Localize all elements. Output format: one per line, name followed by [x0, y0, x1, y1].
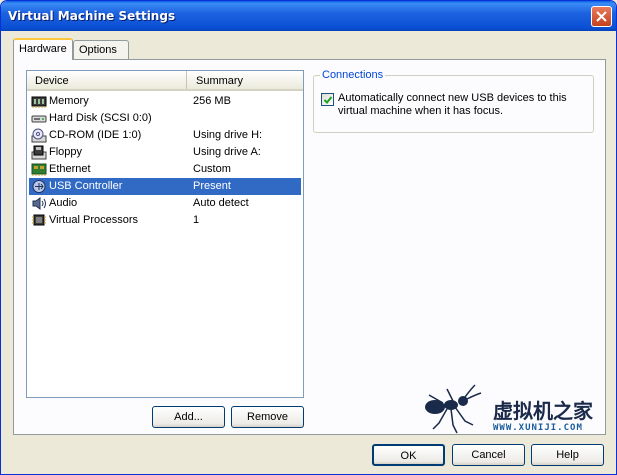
usb-icon [32, 180, 46, 193]
device-row-usb-controller[interactable]: USB Controller Present [29, 178, 301, 195]
cancel-button[interactable]: Cancel [452, 444, 525, 466]
add-button[interactable]: Add... [152, 406, 225, 428]
watermark: 虚拟机之家 WWW.XUNIJI.COM [413, 383, 613, 441]
close-icon [596, 11, 607, 22]
device-rows: Memory 256 MB Hard Disk (SCSI 0:0) CD-RO… [27, 93, 303, 229]
tab-options[interactable]: Options [73, 40, 129, 59]
tab-hardware-label: Hardware [19, 43, 67, 55]
window-title: Virtual Machine Settings [8, 9, 176, 23]
tab-hardware[interactable]: Hardware [13, 38, 73, 60]
device-name: Floppy [49, 146, 83, 158]
processor-icon [32, 214, 46, 226]
device-row-floppy[interactable]: Floppy Using drive A: [29, 144, 301, 161]
remove-button-label: Remove [247, 411, 288, 423]
device-row-memory[interactable]: Memory 256 MB [29, 93, 301, 110]
device-row-audio[interactable]: Audio Auto detect [29, 195, 301, 212]
cancel-button-label: Cancel [471, 449, 506, 461]
hardware-panel: Device Summary Memory 256 MB Hard Disk (… [13, 59, 606, 435]
device-list[interactable]: Device Summary Memory 256 MB Hard Disk (… [26, 70, 304, 398]
device-name: Audio [49, 197, 78, 209]
audio-icon [32, 197, 46, 210]
device-summary: Auto detect [193, 197, 249, 209]
auto-connect-checkbox[interactable] [321, 93, 334, 106]
device-row-cdrom[interactable]: CD-ROM (IDE 1:0) Using drive H: [29, 127, 301, 144]
device-name: Virtual Processors [49, 214, 139, 226]
help-button[interactable]: Help [531, 444, 604, 466]
checkmark-icon [323, 96, 333, 104]
memory-icon [31, 96, 47, 108]
device-name: Memory [49, 95, 89, 107]
hard-disk-icon [31, 115, 47, 123]
device-summary: 256 MB [193, 95, 231, 107]
floppy-icon [31, 145, 47, 160]
ok-button[interactable]: OK [372, 444, 445, 466]
list-header: Device Summary [27, 71, 303, 91]
title-bar[interactable]: Virtual Machine Settings [1, 1, 616, 31]
device-name: CD-ROM (IDE 1:0) [49, 129, 142, 141]
add-button-label: Add... [174, 411, 203, 423]
ethernet-icon [31, 163, 47, 176]
watermark-url: WWW.XUNIJI.COM [493, 423, 583, 433]
ok-button-label: OK [400, 450, 417, 462]
connections-legend: Connections [320, 69, 386, 81]
device-summary: Using drive H: [193, 129, 263, 141]
ant-logo-icon [425, 384, 482, 434]
tab-options-label: Options [79, 44, 117, 56]
close-button[interactable] [591, 6, 612, 27]
connections-group: Connections Automatically connect new US… [313, 69, 594, 133]
device-summary: Present [193, 180, 231, 192]
auto-connect-label[interactable]: Automatically connect new USB devices to… [338, 92, 594, 118]
device-row-hard-disk[interactable]: Hard Disk (SCSI 0:0) [29, 110, 301, 127]
device-summary: Custom [193, 163, 231, 175]
help-button-label: Help [556, 449, 579, 461]
cdrom-icon [31, 128, 47, 143]
watermark-chinese-text: 虚拟机之家 [493, 399, 593, 423]
device-summary: Using drive A: [193, 146, 261, 158]
device-name: Ethernet [49, 163, 91, 175]
remove-button[interactable]: Remove [231, 406, 304, 428]
settings-window: Virtual Machine Settings Hardware Option… [0, 0, 617, 475]
device-summary: 1 [193, 214, 200, 226]
device-name: Hard Disk (SCSI 0:0) [49, 112, 152, 124]
column-header-summary[interactable]: Summary [187, 71, 303, 89]
column-header-device[interactable]: Device [27, 71, 187, 89]
device-row-ethernet[interactable]: Ethernet Custom [29, 161, 301, 178]
device-name: USB Controller [49, 180, 123, 192]
device-row-virtual-processors[interactable]: Virtual Processors 1 [29, 212, 301, 229]
